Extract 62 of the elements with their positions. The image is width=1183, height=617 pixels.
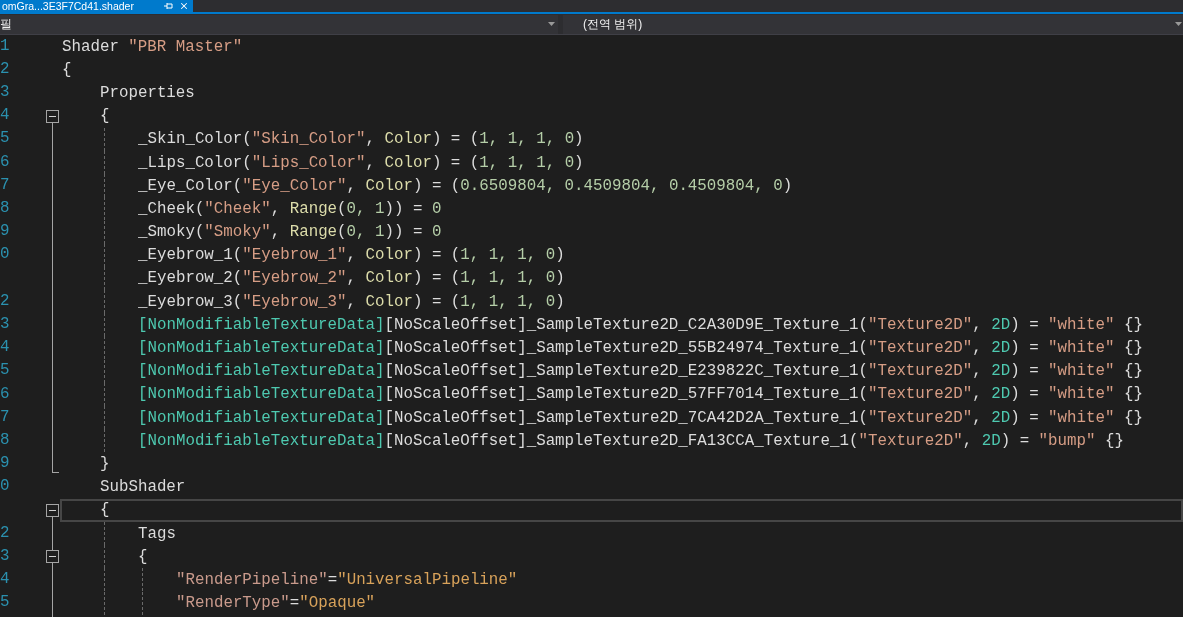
code-line: "RenderPipeline"="UniversalPipeline" xyxy=(176,569,518,590)
code-line: [NonModifiableTextureData][NoScaleOffset]_SampleTexture2D_57FF7014_Texture_1("Texture2D", 2D) = "white" {} xyxy=(138,384,1143,405)
line-number: 0 xyxy=(0,479,10,496)
close-icon[interactable] xyxy=(179,1,189,11)
file-tab[interactable]: omGra...3E3F7Cd41.shader xyxy=(0,0,193,12)
line-number: 8 xyxy=(0,201,10,217)
line-number: 6 xyxy=(0,154,10,171)
code-line: [NonModifiableTextureData][NoScaleOffset]_SampleTexture2D_55B24974_Texture_1("Texture2D", 2D) = "white" {} xyxy=(138,338,1143,359)
minus-icon xyxy=(49,556,56,558)
line-number: 0 xyxy=(0,247,10,264)
code-line: [NonModifiableTextureData][NoScaleOffset]_SampleTexture2D_7CA42D2A_Texture_1("Texture2D", 2D) = "white" {} xyxy=(138,407,1143,428)
code-line: { xyxy=(138,546,148,567)
line-number: 4 xyxy=(0,572,10,588)
scope-dropdown[interactable]: (전역 범위) xyxy=(563,14,1183,34)
line-number: 8 xyxy=(0,432,10,449)
code-line: _Eyebrow_3("Eyebrow_3", Color) = (1, 1, 1, 0) xyxy=(138,291,565,312)
line-number: 3 xyxy=(0,316,10,333)
minus-icon xyxy=(49,509,56,511)
collapse-toggle[interactable] xyxy=(46,109,59,123)
line-number: 3 xyxy=(0,548,10,565)
minus-icon xyxy=(49,115,56,117)
code-line: _Eyebrow_2("Eyebrow_2", Color) = (1, 1, 1, 0) xyxy=(138,268,565,289)
code-line: { xyxy=(62,59,72,80)
code-line: [NonModifiableTextureData][NoScaleOffset]_SampleTexture2D_E239822C_Texture_1("Texture2D", 2D) = "white" {} xyxy=(138,361,1143,382)
line-number: 5 xyxy=(0,595,10,611)
code-line: { xyxy=(100,106,110,127)
line-number: 4 xyxy=(0,340,10,356)
line-number: 2 xyxy=(0,525,10,542)
code-line: Shader "PBR Master" xyxy=(62,36,243,57)
caret-icon xyxy=(1175,22,1182,26)
collapse-toggle[interactable] xyxy=(46,503,59,517)
code-line: Tags xyxy=(138,523,176,544)
code-line: _Skin_Color("Skin_Color", Color) = (1, 1, 1, 0) xyxy=(138,129,584,150)
member-dropdown[interactable]: 필 xyxy=(0,14,558,34)
line-number: 2 xyxy=(0,293,10,310)
pin-icon[interactable] xyxy=(164,2,173,10)
line-number: 5 xyxy=(0,363,10,380)
line-number: 6 xyxy=(0,386,10,403)
line-number: 7 xyxy=(0,409,10,426)
line-number: 1 xyxy=(0,38,10,55)
code-line: SubShader xyxy=(100,477,186,498)
code-line: "RenderType"="Opaque" xyxy=(176,593,376,614)
collapse-toggle[interactable] xyxy=(46,550,59,564)
code-line: [NonModifiableTextureData][NoScaleOffset]_SampleTexture2D_FA13CCA_Texture_1("Texture2D", 2D) = "bump" {} xyxy=(138,430,1124,451)
code-line: _Smoky("Smoky", Range(0, 1)) = 0 xyxy=(138,222,442,243)
code-line: _Eye_Color("Eye_Color", Color) = (0.6509804, 0.4509804, 0.4509804, 0) xyxy=(138,175,793,196)
caret-icon xyxy=(548,22,555,26)
line-number: 4 xyxy=(0,108,10,125)
code-line: Properties xyxy=(100,82,195,103)
line-number: 2 xyxy=(0,61,10,78)
fold-end-line xyxy=(52,452,59,474)
line-number: 7 xyxy=(0,177,10,194)
line-number: 9 xyxy=(0,224,10,240)
line-number: 3 xyxy=(0,85,10,101)
code-line: _Lips_Color("Lips_Color", Color) = (1, 1, 1, 0) xyxy=(138,152,584,173)
line-number: 9 xyxy=(0,456,10,472)
code-line: _Eyebrow_1("Eyebrow_1", Color) = (1, 1, 1, 0) xyxy=(138,245,565,266)
code-line: _Cheek("Cheek", Range(0, 1)) = 0 xyxy=(138,198,442,219)
code-line: } xyxy=(100,453,110,474)
code-line: [NonModifiableTextureData][NoScaleOffset]_SampleTexture2D_C2A30D9E_Texture_1("Texture2D", 2D) = "white" {} xyxy=(138,314,1143,335)
line-number: 5 xyxy=(0,131,10,148)
code-line: { xyxy=(100,500,110,521)
